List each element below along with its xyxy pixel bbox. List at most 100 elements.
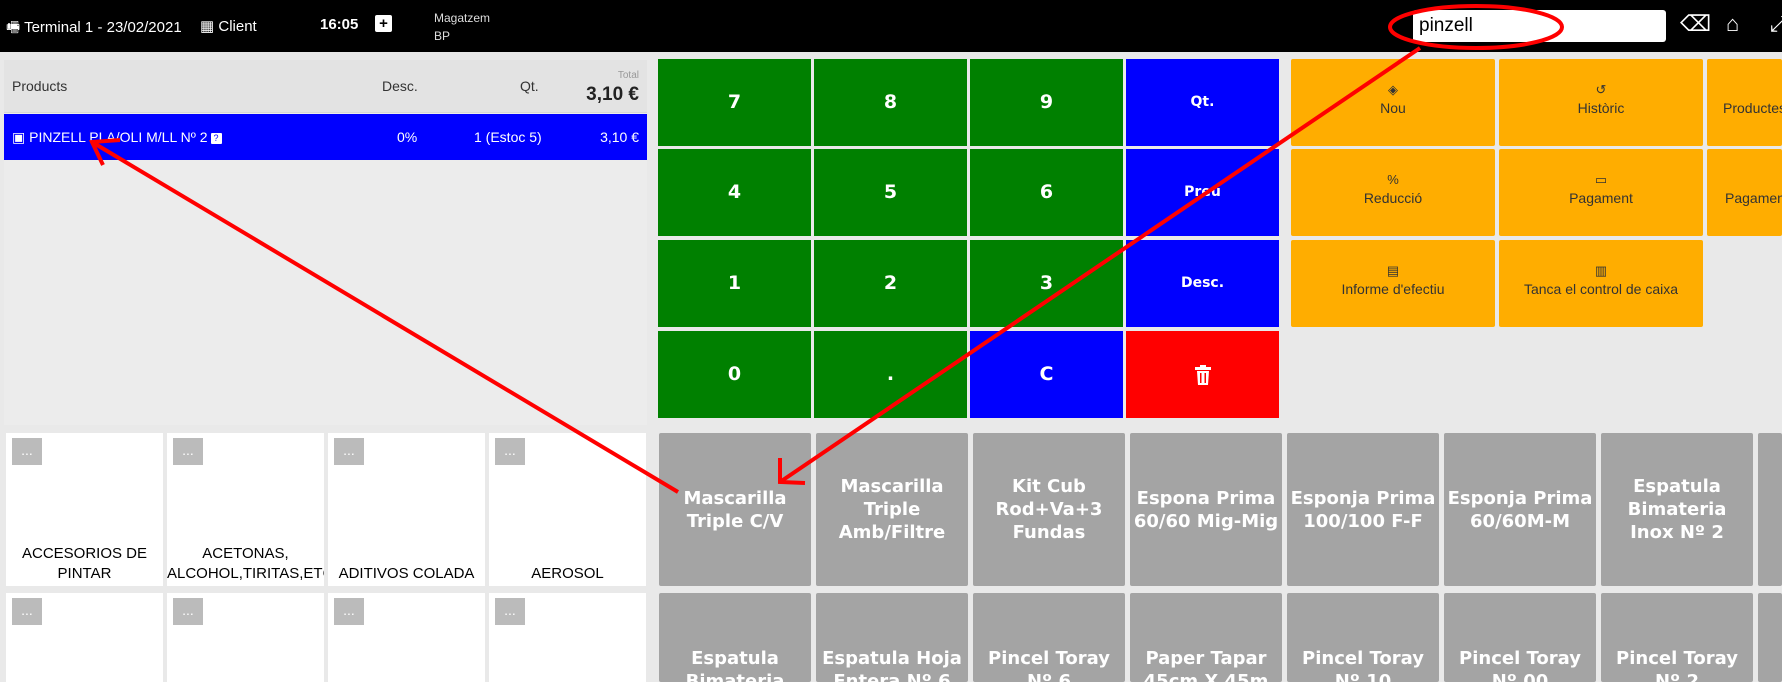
info-icon[interactable]: ? — [210, 132, 222, 144]
trash-icon — [1194, 364, 1211, 385]
products-label: Productes — [1723, 100, 1782, 116]
box-icon: ▣ — [12, 129, 30, 145]
category-more-button[interactable]: ... — [12, 438, 42, 465]
discount-action-button[interactable]: % Reducció — [1291, 149, 1495, 236]
clear-button[interactable]: C — [970, 331, 1123, 418]
category-label: ADITIVOS COLADA — [338, 565, 475, 582]
payment-label: Pagament — [1569, 190, 1633, 206]
discount-button[interactable]: Desc. — [1126, 240, 1279, 327]
layers-icon: ◈ — [1388, 82, 1398, 97]
cash-report-button[interactable]: ▤ Informe d'efectiu — [1291, 240, 1495, 327]
product-tile[interactable]: Pincel Toray Nº 2 — [1601, 593, 1753, 682]
product-tile[interactable]: Mascarilla Triple C/V — [659, 433, 811, 586]
product-tile[interactable]: Paper Tapar 45cm X 45m — [1130, 593, 1282, 682]
close-cash-label: Tanca el control de caixa — [1523, 281, 1679, 297]
product-tile[interactable]: Espatula Hoja Entera Nº 6 — [816, 593, 968, 682]
payment-button[interactable]: ▭ Pagament — [1499, 149, 1703, 236]
history-label: Històric — [1577, 100, 1625, 116]
percent-icon: % — [1387, 172, 1399, 187]
product-tile[interactable] — [1758, 593, 1782, 682]
register-icon: ▥ — [1594, 263, 1608, 278]
key-8[interactable]: 8 — [814, 59, 967, 146]
product-tile[interactable]: Mascarilla Triple Amb/Filtre — [816, 433, 968, 586]
delete-button[interactable] — [1126, 331, 1279, 418]
category-more-button[interactable]: ... — [334, 598, 364, 625]
category-tile[interactable]: ... — [6, 593, 163, 682]
cash-report-label: Informe d'efectiu — [1341, 281, 1445, 297]
clear-search-icon[interactable]: ⌫ — [1680, 11, 1711, 37]
category-more-button[interactable]: ... — [495, 598, 525, 625]
payments-icon — [1707, 173, 1782, 187]
client-label: Client — [218, 18, 257, 35]
store-value: BP — [434, 29, 451, 43]
client-selector[interactable]: ▦ Client — [200, 17, 257, 35]
key-9[interactable]: 9 — [970, 59, 1123, 146]
search-input[interactable] — [1413, 10, 1666, 42]
category-tile[interactable]: ... — [489, 593, 646, 682]
product-tile[interactable]: Pincel Toray Nº 6 — [973, 593, 1125, 682]
category-tile[interactable]: ... AEROSOL — [489, 433, 646, 586]
category-more-button[interactable]: ... — [495, 438, 525, 465]
history-button[interactable]: ↺ Històric — [1499, 59, 1703, 146]
terminal-selector[interactable]: 🖷 Terminal 1 - 23/02/2021 — [6, 17, 182, 42]
terminal-icon: 🖷 — [6, 19, 21, 36]
product-tile[interactable]: Espatula Bimateria — [659, 593, 811, 682]
key-4[interactable]: 4 — [658, 149, 811, 236]
total-value: 3,10 € — [586, 84, 639, 105]
discount-action-label: Reducció — [1363, 190, 1423, 206]
add-icon[interactable]: + — [375, 15, 392, 32]
key-5[interactable]: 5 — [814, 149, 967, 236]
home-icon[interactable]: ⌂ — [1726, 11, 1739, 37]
product-tile[interactable]: Kit Cub Rod+Va+3 Fundas — [973, 433, 1125, 586]
key-3[interactable]: 3 — [970, 240, 1123, 327]
category-tile[interactable]: ... — [328, 593, 485, 682]
col-desc: Desc. — [382, 78, 418, 94]
product-tile[interactable]: Espona Prima 60/60 Mig-Mig — [1130, 433, 1282, 586]
product-tile[interactable]: Esponja Prima 100/100 F-F — [1287, 433, 1439, 586]
key-0[interactable]: 0 — [658, 331, 811, 418]
store-label: Magatzem — [434, 11, 491, 25]
key-dot[interactable]: . — [814, 331, 967, 418]
category-label: AEROSOL — [531, 565, 604, 582]
col-qt: Qt. — [520, 78, 539, 94]
product-tile[interactable]: Espatula Bimateria Inox Nº 2 — [1601, 433, 1753, 586]
category-tile[interactable]: ... ACETONAS, ALCOHOL,TIRITAS,ETC — [167, 433, 324, 586]
key-6[interactable]: 6 — [970, 149, 1123, 236]
fullscreen-icon[interactable]: ⤢ — [1770, 11, 1782, 37]
ticket-line[interactable]: ▣ PINZELL PLA/OLI M/LL Nº 2? 0% 1 (Estoc… — [4, 114, 647, 160]
product-tile[interactable]: Esponja Prima 60/60M-M — [1444, 433, 1596, 586]
key-1[interactable]: 1 — [658, 240, 811, 327]
money-icon: ▭ — [1594, 172, 1608, 187]
new-ticket-button[interactable]: ◈ Nou — [1291, 59, 1495, 146]
line-product: ▣ PINZELL PLA/OLI M/LL Nº 2? — [12, 129, 222, 146]
key-7[interactable]: 7 — [658, 59, 811, 146]
col-products: Products — [12, 78, 68, 94]
products-icon — [1707, 83, 1782, 97]
category-label: ACETONAS, ALCOHOL,TIRITAS,ETC — [167, 545, 324, 582]
close-cash-button[interactable]: ▥ Tanca el control de caixa — [1499, 240, 1703, 327]
product-tile[interactable]: Pincel Toray Nº 10 — [1287, 593, 1439, 682]
line-product-name: PINZELL PLA/OLI M/LL Nº 2 — [29, 129, 208, 145]
key-2[interactable]: 2 — [814, 240, 967, 327]
category-tile[interactable]: ... ADITIVOS COLADA — [328, 433, 485, 586]
ticket-panel: Products Desc. Qt. Total 3,10 € ▣ PINZEL… — [4, 60, 647, 425]
payments-label: Pagaments — [1725, 190, 1782, 206]
product-tile[interactable] — [1758, 433, 1782, 586]
qty-button[interactable]: Qt. — [1126, 59, 1279, 146]
total-label: Total — [617, 70, 639, 81]
building-icon: ▦ — [200, 18, 215, 35]
store-info: Magatzem BP — [434, 9, 490, 45]
category-more-button[interactable]: ... — [173, 438, 203, 465]
product-tile[interactable]: Pincel Toray Nº 00 — [1444, 593, 1596, 682]
category-more-button[interactable]: ... — [173, 598, 203, 625]
products-button[interactable]: Productes — [1707, 59, 1782, 146]
price-button[interactable]: Preu — [1126, 149, 1279, 236]
category-more-button[interactable]: ... — [12, 598, 42, 625]
category-tile[interactable]: ... — [167, 593, 324, 682]
terminal-label: Terminal 1 - 23/02/2021 — [24, 19, 182, 36]
new-ticket-label: Nou — [1380, 100, 1406, 116]
category-more-button[interactable]: ... — [334, 438, 364, 465]
document-icon: ▤ — [1386, 263, 1400, 278]
category-tile[interactable]: ... ACCESORIOS DE PINTAR — [6, 433, 163, 586]
payments-button[interactable]: Pagaments — [1707, 149, 1782, 236]
